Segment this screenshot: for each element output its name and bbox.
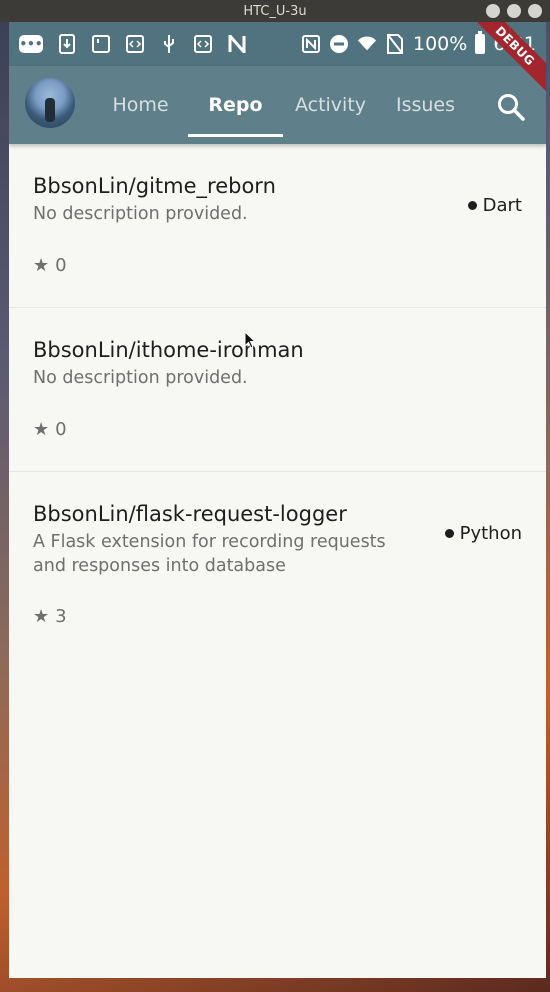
- device-screen: ••• 100% DEBUG Home Repo Activity Issues…: [9, 22, 546, 978]
- download-icon: [57, 34, 77, 54]
- star-icon: ★: [33, 255, 50, 276]
- repo-star-count: 0: [55, 419, 67, 440]
- tab-bar: Home Repo Activity Issues: [93, 66, 473, 144]
- chat-bubble-icon: •••: [19, 35, 43, 53]
- usb-icon: [159, 34, 179, 54]
- repo-language: Dart: [467, 195, 522, 216]
- star-icon: ★: [33, 419, 50, 440]
- repo-language-label: Dart: [482, 195, 522, 216]
- repo-language: Python: [444, 523, 522, 544]
- app-bar: Home Repo Activity Issues: [9, 66, 546, 144]
- repo-language-label: Python: [459, 523, 522, 544]
- window-titlebar: HTC_U-3u: [0, 0, 550, 22]
- repo-name: BbsonLin/ithome-ironman: [33, 338, 304, 362]
- tab-activity[interactable]: Activity: [283, 66, 378, 144]
- repo-name: BbsonLin/flask-request-logger: [33, 502, 347, 526]
- repo-list-item[interactable]: BbsonLin/gitme_reborn No description pro…: [9, 144, 546, 308]
- star-icon: ★: [33, 606, 50, 627]
- search-icon[interactable]: [496, 92, 526, 122]
- tab-issues[interactable]: Issues: [378, 66, 473, 144]
- repo-star-count: 0: [55, 255, 67, 276]
- close-button[interactable]: [528, 4, 542, 18]
- maximize-button[interactable]: [507, 4, 521, 18]
- tab-repo[interactable]: Repo: [188, 66, 283, 144]
- repo-description: No description provided.: [33, 368, 248, 388]
- avatar[interactable]: [25, 78, 75, 128]
- repo-stars: ★ 3: [33, 606, 67, 627]
- n-logo-icon: [227, 34, 247, 54]
- repo-name: BbsonLin/gitme_reborn: [33, 174, 276, 198]
- nfc-icon: [301, 34, 321, 54]
- window-title: HTC_U-3u: [243, 3, 307, 19]
- square-icon: [91, 34, 111, 54]
- wifi-icon: [357, 34, 377, 54]
- repo-list: BbsonLin/gitme_reborn No description pro…: [9, 144, 546, 660]
- language-dot-icon: [467, 201, 477, 210]
- do-not-disturb-icon: [329, 34, 349, 54]
- code-icon: [125, 34, 145, 54]
- repo-description: No description provided.: [33, 204, 248, 224]
- status-bar: ••• 100% DEBUG: [9, 22, 546, 100]
- code-icon: [193, 34, 213, 54]
- repo-description: A Flask extension for recording requests…: [33, 532, 386, 576]
- repo-list-item[interactable]: BbsonLin/ithome-ironman No description p…: [9, 308, 546, 472]
- battery-icon: [475, 31, 486, 54]
- no-sim-icon: [385, 34, 405, 54]
- repo-star-count: 3: [55, 606, 67, 627]
- mouse-cursor-icon: [244, 331, 256, 349]
- tab-home[interactable]: Home: [93, 66, 188, 144]
- battery-percent: 100%: [413, 33, 468, 55]
- minimize-button[interactable]: [486, 4, 500, 18]
- window-controls: [486, 4, 542, 18]
- repo-stars: ★ 0: [33, 255, 67, 276]
- language-dot-icon: [444, 529, 454, 538]
- repo-stars: ★ 0: [33, 419, 67, 440]
- repo-list-item[interactable]: BbsonLin/flask-request-logger A Flask ex…: [9, 472, 546, 660]
